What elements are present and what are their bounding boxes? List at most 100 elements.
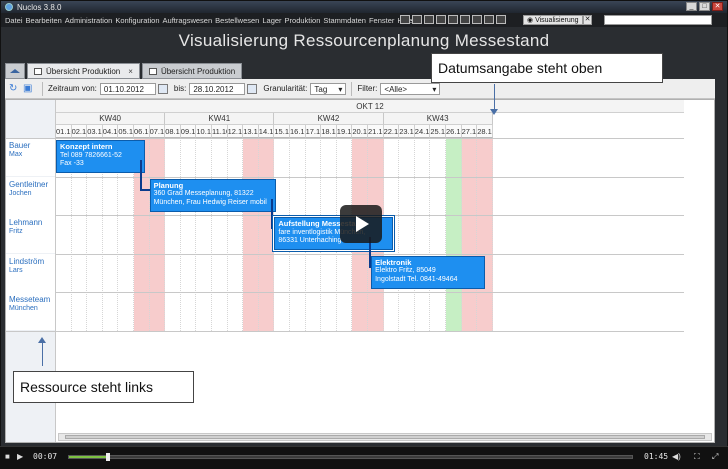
tab-label: Übersicht Produktion	[46, 66, 121, 76]
maximize-button[interactable]: □	[699, 2, 710, 11]
task-bar[interactable]: Elektronik Elektro Fritz, 85049 Ingolstadt…	[371, 255, 485, 289]
shuffle-icon[interactable]	[496, 15, 506, 24]
menu-item[interactable]: Stammdaten	[323, 16, 366, 25]
resource-sub: Jochen	[9, 189, 32, 197]
filter-select[interactable]: <Alle> ▾	[380, 82, 441, 95]
day-column	[149, 138, 166, 331]
window-list-icon[interactable]	[400, 15, 410, 24]
minimize-button[interactable]: _	[686, 2, 697, 11]
fullscreen-icon[interactable]: ⛶	[694, 452, 700, 462]
date-from-input[interactable]: 01.10.2012	[99, 82, 156, 95]
resource-name: Lindström	[9, 256, 45, 266]
home-icon	[10, 69, 20, 73]
menu-item[interactable]: Auftragswesen	[163, 16, 213, 25]
row-divider	[6, 138, 684, 139]
day-header: 16.10	[290, 125, 306, 138]
callout-left: Ressource steht links	[13, 371, 194, 403]
row-divider	[6, 253, 684, 255]
menu-item[interactable]: Lager	[262, 16, 281, 25]
visualisierung-label: Visualisierung	[535, 17, 579, 24]
task-bar[interactable]: Konzept intern Tel 089 7826661-52 Fax -33	[56, 140, 145, 173]
progress-handle[interactable]	[105, 453, 110, 461]
week-header: KW43	[383, 113, 493, 125]
day-column	[430, 138, 446, 331]
day-header: 09.10	[180, 125, 197, 138]
video-play-button[interactable]	[340, 205, 382, 243]
home-tab[interactable]	[5, 63, 25, 79]
menu-item[interactable]: Administration	[65, 16, 113, 25]
tab-close-icon[interactable]: ×	[128, 67, 133, 76]
clipboard-icon[interactable]	[472, 15, 482, 24]
search-input[interactable]	[604, 15, 712, 25]
day-header: 10.10	[196, 125, 212, 138]
tab-uebersicht-produktion-2[interactable]: Übersicht Produktion	[141, 63, 243, 79]
menu-item[interactable]: Bearbeiten	[26, 16, 62, 25]
granularity-select[interactable]: Tag ▾	[310, 82, 347, 95]
table-tab-icon	[148, 67, 157, 75]
refresh-icon[interactable]: ↻	[9, 83, 19, 94]
progress-track[interactable]	[68, 455, 633, 459]
resource-label[interactable]: Lehmann Fritz	[6, 215, 56, 253]
progress-fill	[69, 456, 109, 458]
resource-label[interactable]: Lindström Lars	[6, 253, 56, 292]
menu-item[interactable]: Konfiguration	[115, 16, 159, 25]
menu-item[interactable]: Bestellwesen	[215, 16, 259, 25]
task-line1: Tel 089 7826661-52	[60, 151, 122, 159]
tab-uebersicht-produktion-1[interactable]: Übersicht Produktion ×	[27, 63, 140, 79]
scrollbar-thumb[interactable]	[65, 435, 705, 439]
day-header: 22.10	[383, 125, 400, 138]
calendar-picker-icon[interactable]	[247, 83, 258, 94]
day-header: 14.10	[258, 125, 275, 138]
filter-value: <Alle>	[384, 84, 408, 94]
resource-sub: Fritz	[9, 228, 23, 235]
task-line2: München, Frau Hedwig Reiser mobil	[153, 198, 267, 206]
callout-top-arrow	[494, 84, 495, 111]
day-header: 11.10	[212, 125, 228, 138]
expand-icon[interactable]: ⤢	[712, 452, 718, 462]
close-window-button[interactable]: ✕	[712, 2, 723, 11]
save-icon[interactable]: ▣	[23, 83, 33, 94]
preview-icon[interactable]	[484, 15, 494, 24]
granularity-value: Tag	[314, 84, 328, 94]
day-header: 12.10	[227, 125, 244, 138]
play-pause-icon[interactable]: ▶	[17, 452, 23, 462]
resource-name: Lehmann	[9, 218, 43, 227]
volume-icon[interactable]: ◀)	[672, 452, 681, 462]
bis-label: bis:	[173, 84, 187, 93]
day-header: 19.10	[336, 125, 353, 138]
visualisierung-button[interactable]: ◉ Visualisierung	[523, 15, 583, 25]
menu-item[interactable]: Produktion	[285, 16, 321, 25]
phone-icon[interactable]	[424, 15, 434, 24]
resource-label[interactable]: Bauer Max	[6, 138, 56, 176]
visualisierung-close-icon[interactable]: ✕	[583, 15, 592, 25]
row-divider	[6, 292, 684, 293]
horizontal-scrollbar[interactable]	[58, 433, 712, 441]
day-column	[415, 138, 431, 331]
day-column	[461, 138, 478, 331]
calendar-icon[interactable]	[448, 15, 458, 24]
week-header: KW40	[56, 113, 166, 125]
day-header: 25.10	[430, 125, 446, 138]
elapsed-time: 00:07	[33, 452, 58, 461]
calendar-picker-icon[interactable]	[157, 83, 168, 94]
document-icon[interactable]	[460, 15, 470, 24]
date-to-input[interactable]: 28.10.2012	[189, 82, 246, 95]
task-title: Elektronik	[375, 257, 412, 267]
day-header: 08.10	[165, 125, 181, 138]
resource-label[interactable]: Gentleitner Jochen	[6, 176, 56, 215]
day-header: 15.10	[274, 125, 290, 138]
month-header: OKT 12	[56, 100, 684, 113]
application-window: Nuclos 3.8.0 _ □ ✕ Datei Bearbeiten Admini…	[0, 0, 728, 469]
task-bar[interactable]: Planung 360 Grad Messeplanung, 81322 Münch…	[149, 178, 276, 212]
callout-left-arrow	[42, 342, 43, 366]
day-header: 28.10	[477, 125, 493, 138]
menu-item[interactable]: Fenster	[369, 16, 394, 25]
window-grid-icon[interactable]	[412, 15, 422, 24]
stop-icon[interactable]: ■	[5, 452, 10, 462]
table-icon[interactable]	[436, 15, 446, 24]
day-header: 20.10	[352, 125, 368, 138]
menu-item[interactable]: Datei	[5, 16, 23, 25]
resource-label[interactable]: Messeteam München	[6, 292, 56, 330]
day-header: 03.10	[87, 125, 103, 138]
day-header: 17.10	[305, 125, 322, 138]
